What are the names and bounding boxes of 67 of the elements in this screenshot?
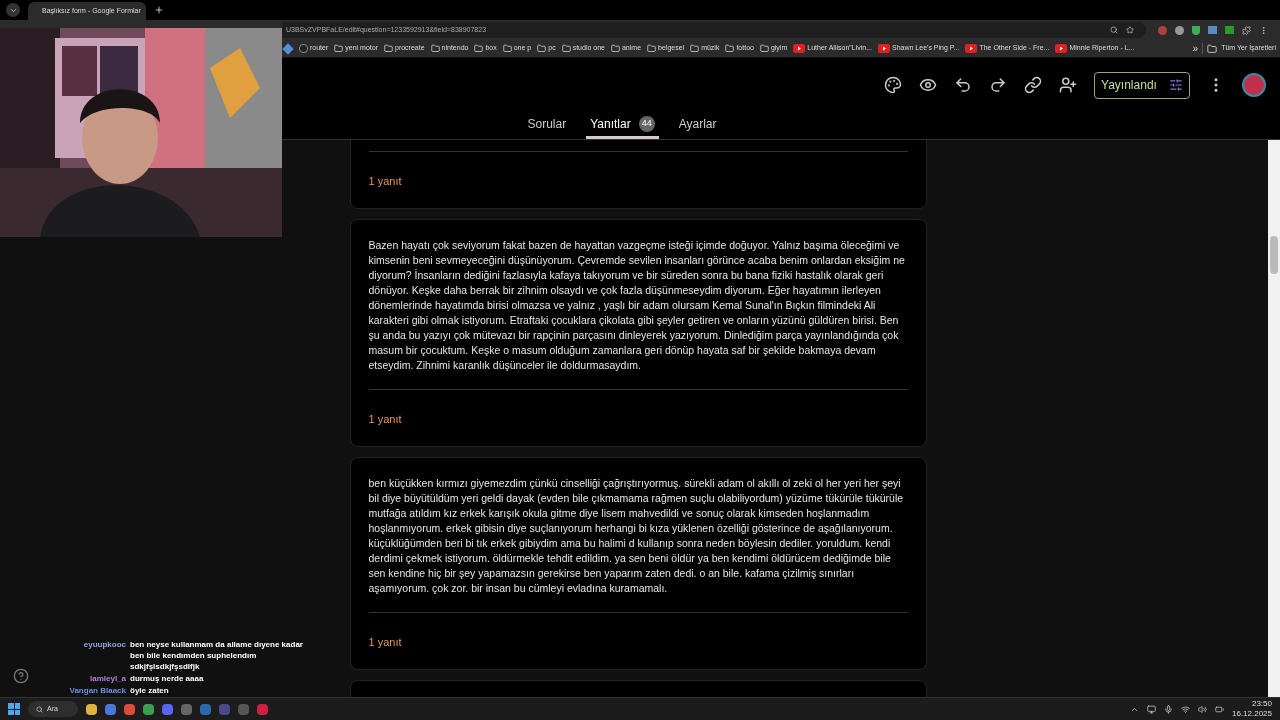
folder-icon [759, 44, 769, 53]
star-icon[interactable] [1126, 26, 1134, 34]
wifi-icon[interactable] [1180, 704, 1190, 714]
response-count: 1 yanıt [368, 175, 402, 187]
app-icon[interactable] [162, 703, 173, 715]
zoom-icon[interactable] [1110, 26, 1118, 34]
folder-icon [561, 44, 571, 53]
new-tab-icon[interactable] [154, 5, 164, 15]
folder-icon [502, 44, 512, 53]
chat-message: durmuş nerde aaaa [130, 673, 204, 684]
form-tab[interactable]: Ayarlar [674, 111, 721, 139]
microphone-icon[interactable] [1163, 704, 1173, 714]
preview-icon[interactable] [919, 76, 937, 94]
folder-icon [610, 44, 620, 53]
folder-icon [1207, 43, 1218, 54]
link-icon[interactable] [1024, 76, 1042, 94]
battery-icon[interactable] [1214, 704, 1224, 714]
windows-icon[interactable] [8, 703, 20, 715]
chat-message: öyle zaten [130, 685, 169, 696]
app-icon[interactable] [124, 703, 135, 715]
folder-icon [384, 44, 393, 53]
chat-message: ben bile kendımden suphelendım [130, 650, 258, 661]
tab-list-button[interactable] [6, 3, 20, 17]
help-icon[interactable] [13, 668, 29, 684]
video-icon [1055, 44, 1068, 53]
bookmark-icon [282, 42, 294, 55]
folder-icon [690, 44, 700, 53]
folder-icon [647, 44, 657, 53]
video-icon [793, 44, 806, 53]
count-badge: 44 [638, 115, 655, 132]
video-icon [878, 44, 890, 53]
form-tab[interactable]: Sorular [523, 111, 571, 139]
clock-time: 23:50 [1251, 699, 1272, 709]
chat-username: eyuupkooc [82, 639, 126, 651]
display-icon[interactable] [1146, 704, 1156, 714]
scrollbar-thumb[interactable] [1270, 236, 1278, 274]
response-text: Bazen hayatı çok seviyorum fakat bazen de hayattan vazgeçme isteği içimde doğuyor. Yalnız başıma öleceğimi ve kimsenin beni sevmeyeceğini düşünüyorum. Çevremde sevilen insanları görünce acaba benim onlardan eksiğim ne diyorum? İnsanların dediğini fazlasıyla kafaya takıyorum ve bir süreden sonra bu bana fiziki hastalık olarak geri dönüyor. Keşke daha berrak bir zihnim olsaydı ve çok fazla düşünmeseydim diyorum. Eğer hayatımın ilerleyen dönemlerinde hayatımda birisi olmazsa ve yalnız , yaşlı bir adam olursam Kemal Sunal'ın Bıçkın filmindeki Ali karakteri gibi olmak istiyorum. Etraftaki çocuklara çikolata gibi şeyler getiren ve onların yüzünü güldüren birisi. Ben şu anda bu yazıyı çok mütevazı bir rapçinin parçasını dinleyerek yazıyorum. Dinlediğim parça yayınlandığında çok masum bir çocuktum. Keşke o masum olduğum zamanlara geri dönüp hayata saf bir şekilde bakmaya devam etseydim. Zihnimi karanlık düşünceler ile doldurmasaydım. [368, 238, 906, 373]
publish-button[interactable]: Yayınlandı [1094, 71, 1190, 99]
response-count: 1 yanıt [368, 413, 402, 425]
response-count: 1 yanıt [368, 636, 402, 648]
app-icon[interactable] [86, 703, 97, 715]
undo-icon[interactable] [954, 76, 972, 94]
palette-icon[interactable] [884, 76, 902, 94]
folder-icon [474, 44, 484, 53]
app-icon[interactable] [143, 703, 154, 715]
volume-icon[interactable] [1197, 704, 1207, 714]
shield-icon[interactable] [1192, 25, 1200, 35]
response-text: ben küçükken kırmızı giyemezdim çünkü cinselliği çağrıştırıyormuş. sürekli adam ol akıllı ol zeki ol her yeri her şeyi bil diye büyütüldüm yeri geldi dayak (evden bile çıkmamama rağmen suçlu olabiliyordum) yüzüme tükürüle tükürüle mutfağa atıldım kız erkek karışık okula gitme diye lisem mahvedildi ve sonuç olarak kimseden hoşlanmadım hoşlanmıyorum. erkek gibisin diye suçlanıyorum herhangi bi kıza yüklenen özelliği gösterince de aşağılanıyorum. küçüklüğümden beri bi tık erkek gibiydim ama bu halimi d kullanıp sonra neden böylesin dediler. yoruldum. kendi derdimi çekmek istiyorum. öldürmekle tehdit edildim. ya sen beni öldür ya ben kendimi öldürücem dediğimde bile sen kendine hiç bir şey yapamazsın gerekirse ben yaparım zaten dedi. o an bile. kafama çizilmiş sınırları aşamıyorum. çok zor. bir insan bu cümleyi evladına kuramamalı. [368, 476, 905, 596]
chat-message: sdkjfşlsdkjfşsdlfjk [130, 661, 201, 672]
sliders-icon [1168, 78, 1183, 92]
folder-icon [725, 44, 735, 53]
redo-icon[interactable] [989, 76, 1007, 94]
folder-icon [334, 44, 344, 53]
puzzle-icon[interactable] [1242, 25, 1251, 35]
chat-username: lamleyl_a [88, 673, 126, 684]
folder-icon [430, 44, 440, 53]
add-collaborator-icon[interactable] [1059, 76, 1077, 94]
search-icon [36, 705, 43, 713]
video-icon [965, 44, 978, 53]
more-bookmarks-button[interactable]: » [1188, 41, 1203, 56]
chat-message: ben neyse kullanmam da allame dıyene kadar [130, 639, 303, 650]
avatar[interactable] [1242, 73, 1266, 97]
chat-username: Vangan Blaack [68, 685, 126, 696]
clock-date: 16.12.2025 [1231, 709, 1272, 719]
app-icon[interactable] [105, 703, 116, 715]
more-icon[interactable] [1259, 25, 1268, 35]
folder-icon [537, 44, 547, 53]
